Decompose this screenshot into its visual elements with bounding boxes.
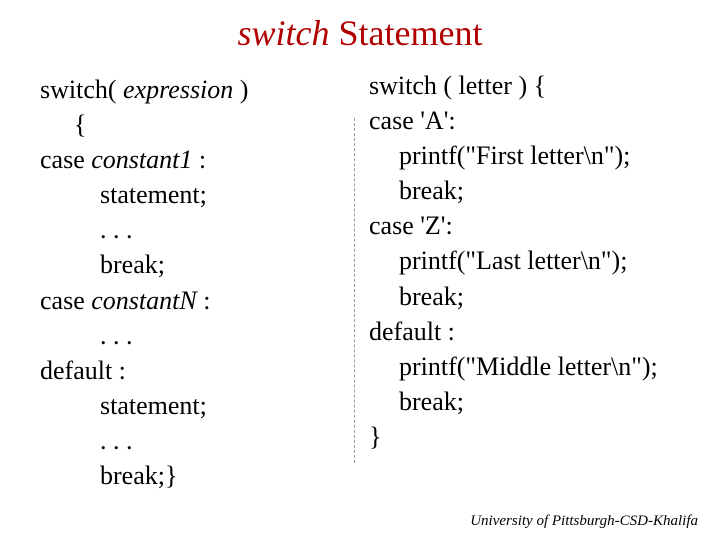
text: case	[40, 145, 91, 174]
title-keyword: switch	[238, 13, 330, 53]
example-line: default :	[369, 314, 690, 349]
example-line: break;	[369, 279, 690, 314]
syntax-line: switch( expression )	[40, 72, 340, 107]
syntax-line: . . .	[40, 318, 340, 353]
text: )	[233, 75, 248, 104]
title-rest: Statement	[330, 13, 483, 53]
example-line: case 'A':	[369, 103, 690, 138]
syntax-line: case constantN :	[40, 283, 340, 318]
slide-title: switch Statement	[30, 12, 690, 54]
syntax-line: {	[40, 107, 340, 142]
syntax-line: break;	[40, 247, 340, 282]
syntax-line: statement;	[40, 388, 340, 423]
syntax-constant: constantN	[91, 286, 196, 315]
syntax-line: break;}	[40, 458, 340, 493]
example-line: switch ( letter ) {	[369, 68, 690, 103]
text: switch(	[40, 75, 123, 104]
text: :	[192, 145, 206, 174]
example-line: break;	[369, 173, 690, 208]
footer-attribution: University of Pittsburgh-CSD-Khalifa	[470, 513, 698, 530]
example-line: break;	[369, 384, 690, 419]
slide: switch Statement switch( expression ) { …	[0, 0, 720, 540]
syntax-expression: expression	[123, 75, 233, 104]
text: :	[197, 286, 211, 315]
syntax-line: statement;	[40, 177, 340, 212]
syntax-column: switch( expression ) { case constant1 : …	[30, 68, 340, 493]
syntax-line: . . .	[40, 212, 340, 247]
syntax-constant: constant1	[91, 145, 192, 174]
example-line: case 'Z':	[369, 208, 690, 243]
syntax-line: . . .	[40, 423, 340, 458]
example-column: switch ( letter ) { case 'A': printf("Fi…	[369, 68, 690, 493]
content-columns: switch( expression ) { case constant1 : …	[30, 68, 690, 493]
syntax-line: default :	[40, 353, 340, 388]
text: case	[40, 286, 91, 315]
example-line: printf("First letter\n");	[369, 138, 690, 173]
example-line: printf("Middle letter\n");	[369, 349, 690, 384]
syntax-line: case constant1 :	[40, 142, 340, 177]
example-line: }	[369, 419, 690, 454]
example-line: printf("Last letter\n");	[369, 243, 690, 278]
column-divider	[354, 118, 355, 463]
